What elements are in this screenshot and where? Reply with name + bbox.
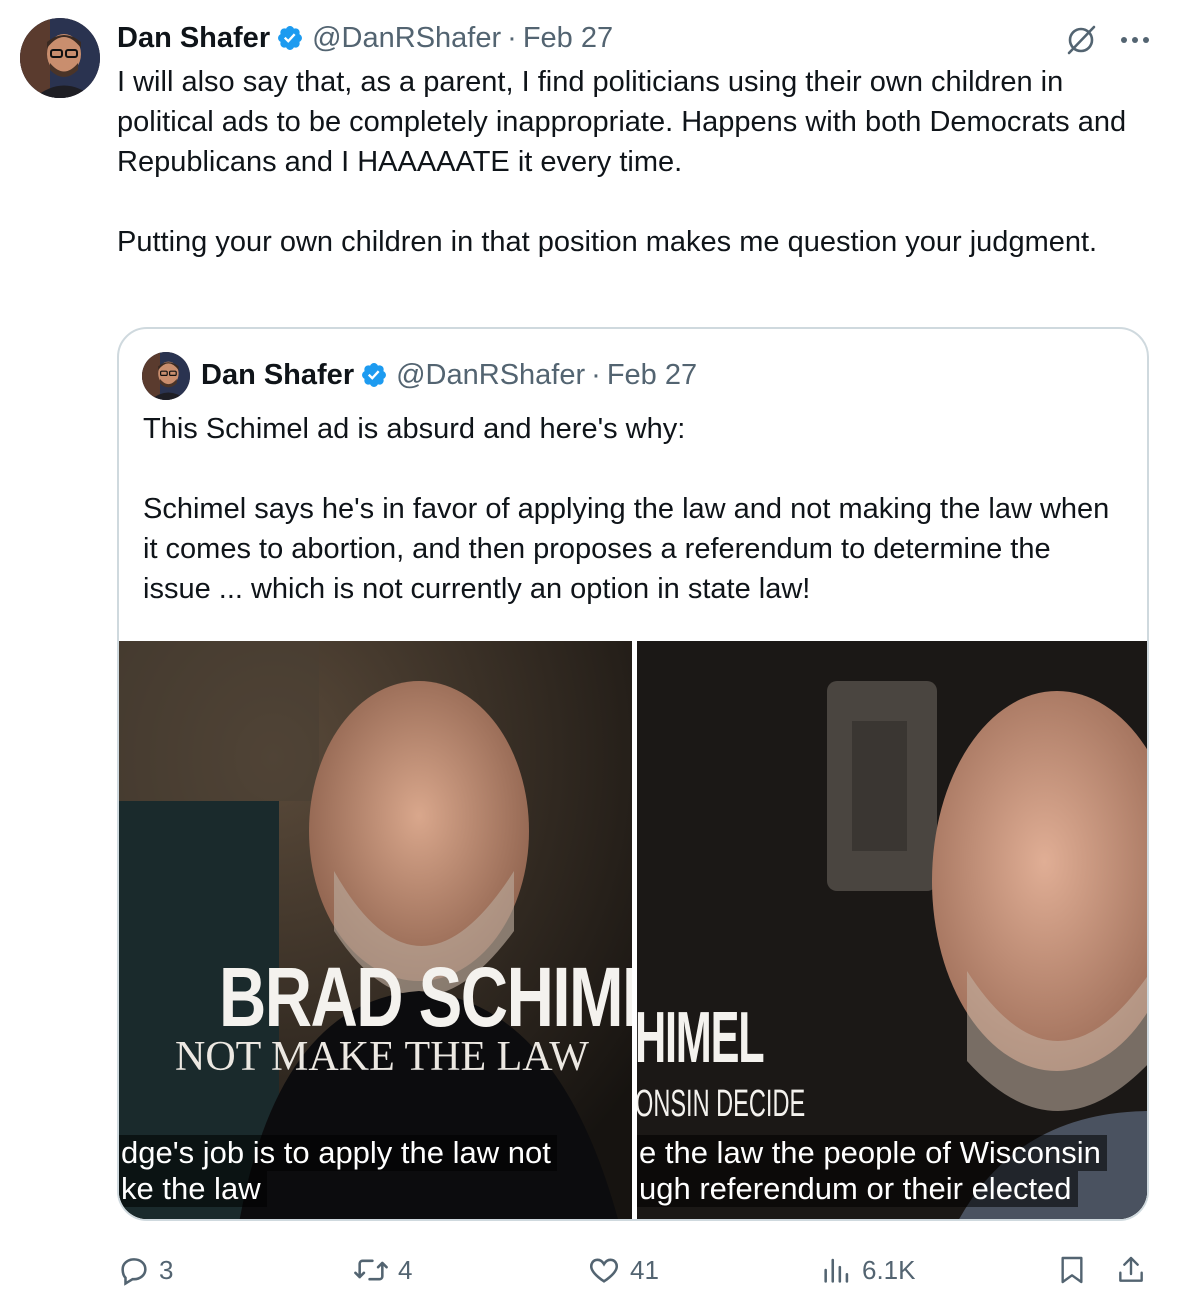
repost-button[interactable]: 4	[352, 1250, 412, 1290]
media-right-image[interactable]: HIMEL ONSIN DECIDE e the law the people …	[637, 641, 1147, 1219]
quoted-tweet-header: Dan Shafer @DanRShafer · Feb 27	[201, 351, 697, 399]
video-subtitle-left: NOT MAKE THE LAW	[175, 1034, 589, 1080]
repost-icon	[354, 1259, 388, 1281]
like-button[interactable]: 41	[586, 1250, 659, 1290]
views-button[interactable]: 6.1K	[820, 1250, 916, 1290]
repost-count: 4	[398, 1254, 413, 1285]
quoted-author-avatar[interactable]	[142, 352, 190, 400]
tweet-text: I will also say that, as a parent, I fin…	[117, 66, 1127, 258]
quoted-tweet[interactable]: Dan Shafer @DanRShafer · Feb 27 This Sch…	[117, 327, 1149, 1221]
quoted-tweet-date[interactable]: Feb 27	[607, 359, 697, 392]
caption-right-line2: ugh referendum or their elected	[637, 1171, 1078, 1207]
view-count: 6.1K	[862, 1254, 916, 1285]
bookmark-icon	[1061, 1256, 1083, 1284]
author-avatar[interactable]	[20, 18, 100, 98]
tweet-date[interactable]: Feb 27	[523, 22, 613, 55]
media-left-image[interactable]: BRAD SCHIMEL NOT MAKE THE LAW dge's job …	[119, 641, 632, 1219]
tweet-actions: 3 4 41 6.1K	[0, 1250, 1182, 1290]
verified-badge-icon	[278, 26, 303, 50]
grok-icon[interactable]	[1063, 22, 1099, 58]
bookmark-button[interactable]	[1056, 1250, 1096, 1290]
like-count: 41	[630, 1254, 659, 1285]
share-button[interactable]	[1115, 1250, 1155, 1290]
quoted-tweet-text: This Schimel ad is absurd and here's why…	[143, 413, 1110, 605]
quoted-author-name[interactable]: Dan Shafer	[201, 359, 354, 392]
heart-icon	[590, 1258, 618, 1283]
author-handle[interactable]: @DanRShafer	[312, 22, 501, 55]
reply-button[interactable]: 3	[117, 1250, 173, 1290]
verified-badge-icon	[362, 363, 387, 387]
reply-count: 3	[159, 1254, 174, 1285]
video-title-left: BRAD SCHIMEL	[219, 950, 632, 1044]
video-subtitle-right: ONSIN DECIDE	[637, 1083, 806, 1125]
tweet-header: Dan Shafer @DanRShafer · Feb 27	[117, 18, 613, 58]
header-separator: ·	[591, 358, 601, 391]
author-name[interactable]: Dan Shafer	[117, 22, 270, 55]
caption-left-line1: dge's job is to apply the law not	[119, 1135, 557, 1171]
more-options-icon[interactable]	[1115, 26, 1155, 54]
views-chart-icon	[824, 1258, 849, 1283]
reply-icon	[121, 1258, 147, 1286]
quoted-author-handle[interactable]: @DanRShafer	[396, 359, 585, 392]
caption-right-line1: e the law the people of Wisconsin	[637, 1135, 1107, 1171]
caption-left-line2: ke the law	[119, 1171, 267, 1207]
header-separator: ·	[507, 21, 517, 54]
share-icon	[1119, 1256, 1143, 1282]
video-title-right: HIMEL	[637, 998, 765, 1078]
quoted-media[interactable]: BRAD SCHIMEL NOT MAKE THE LAW dge's job …	[119, 641, 1147, 1219]
